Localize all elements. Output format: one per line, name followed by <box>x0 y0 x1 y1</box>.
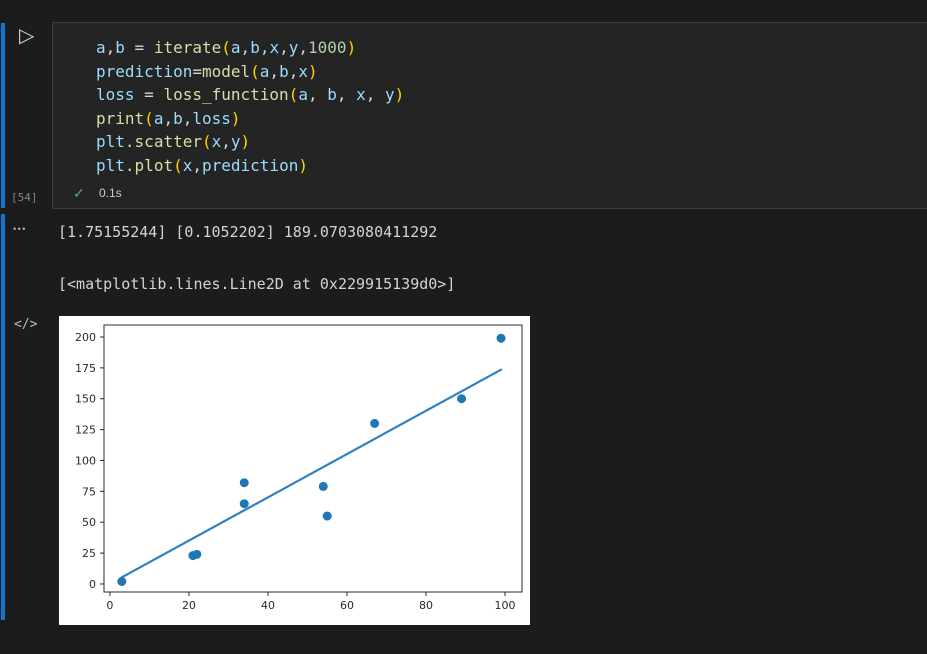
scatter-point <box>192 549 202 559</box>
code-line: plt.plot(x,prediction) <box>96 155 308 175</box>
scatter-point <box>239 499 249 509</box>
y-tick-label: 200 <box>75 331 96 344</box>
success-check-icon: ✓ <box>73 185 85 201</box>
code-line: loss = loss_function(a, b, x, y) <box>96 85 405 104</box>
execution-duration: 0.1s <box>99 186 122 200</box>
run-cell-icon[interactable]: ▷ <box>19 24 41 48</box>
code-line: print(a,b,loss) <box>96 108 241 128</box>
change-presentation-icon[interactable]: </> <box>14 317 37 332</box>
scatter-point <box>117 577 127 587</box>
cell-status-bar: ✓ 0.1s <box>53 184 927 204</box>
scatter-point <box>496 333 506 343</box>
scatter-point <box>322 511 332 521</box>
x-tick-label: 80 <box>419 599 433 612</box>
output-text-print: [1.75155244] [0.1052202] 189.07030804112… <box>58 223 438 241</box>
code-line: a,b = iterate(a,b,x,y,1000) <box>96 38 357 57</box>
x-tick-label: 100 <box>495 599 516 612</box>
execution-count: [54] <box>11 191 38 204</box>
scatter-point <box>239 478 249 488</box>
scatter-point <box>370 418 380 428</box>
code-line: plt.scatter(x,y) <box>96 132 251 151</box>
x-tick-label: 20 <box>182 599 196 612</box>
output-focus-indicator[interactable] <box>1 214 5 620</box>
cell-focus-indicator[interactable] <box>1 23 5 208</box>
notebook-editor: ▷ [54] a,b = iterate(a,b,x,y,1000) predic… <box>0 0 927 654</box>
output-text-repr: [<matplotlib.lines.Line2D at 0x229915139… <box>58 275 456 293</box>
output-more-actions-icon[interactable]: ••• <box>13 224 27 234</box>
code-editor[interactable]: a,b = iterate(a,b,x,y,1000) prediction=mo… <box>96 36 919 177</box>
y-tick-label: 125 <box>75 424 96 437</box>
y-tick-label: 100 <box>75 454 96 467</box>
x-tick-label: 40 <box>261 599 275 612</box>
y-tick-label: 50 <box>82 516 96 529</box>
x-tick-label: 0 <box>106 599 113 612</box>
y-tick-label: 150 <box>75 393 96 406</box>
regression-line <box>120 368 503 579</box>
y-tick-label: 175 <box>75 362 96 375</box>
x-tick-label: 60 <box>340 599 354 612</box>
code-line: prediction=model(a,b,x) <box>96 61 318 81</box>
code-cell: a,b = iterate(a,b,x,y,1000) prediction=mo… <box>52 22 927 209</box>
scatter-point <box>318 481 328 491</box>
y-tick-label: 75 <box>82 485 96 498</box>
matplotlib-figure: 0 20 40 60 80 100 0 25 50 75 100 125 150 175 200 <box>59 316 530 625</box>
scatter-point <box>457 394 467 404</box>
y-tick-label: 0 <box>89 578 96 591</box>
y-tick-label: 25 <box>82 547 96 560</box>
